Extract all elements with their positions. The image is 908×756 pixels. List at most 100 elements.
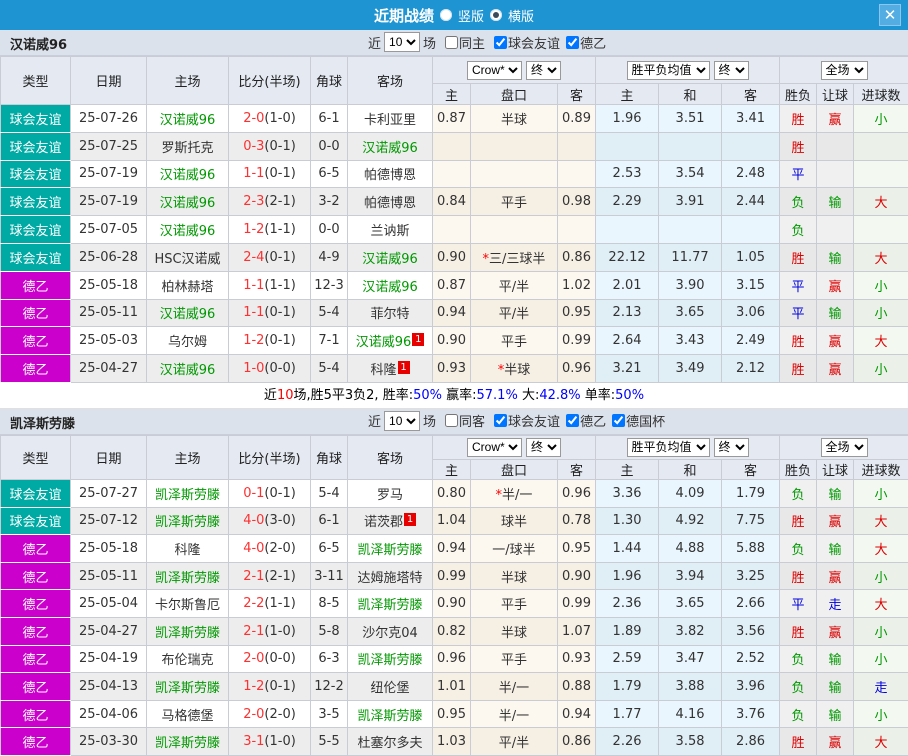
away-team-cell[interactable]: 罗马	[348, 479, 433, 507]
away-team-cell[interactable]: 诺茨郡1	[348, 507, 433, 535]
score-cell: 3-1(1-0)	[229, 728, 311, 756]
away-team-cell[interactable]: 凯泽斯劳滕	[348, 535, 433, 563]
bookmaker-select[interactable]: Crow*	[467, 61, 522, 80]
away-team-cell[interactable]: 沙尔克04	[348, 617, 433, 645]
away-team-cell[interactable]: 汉诺威961	[348, 327, 433, 355]
score-cell: 0-1(0-1)	[229, 479, 311, 507]
bookmaker-select[interactable]: Crow*	[467, 438, 522, 457]
layout-radio-horizontal[interactable]	[490, 9, 502, 21]
home-team-cell[interactable]: 凯泽斯劳滕	[147, 617, 229, 645]
home-team-cell[interactable]: HSC汉诺威	[147, 243, 229, 271]
away-team-cell[interactable]: 纽伦堡	[348, 673, 433, 701]
away-team-cell[interactable]: 卡利亚里	[348, 105, 433, 133]
home-team-cell[interactable]: 乌尔姆	[147, 327, 229, 355]
away-team-cell[interactable]: 汉诺威96	[348, 271, 433, 299]
competition-filter-checkbox[interactable]	[566, 36, 579, 49]
result-goals-cell: 大	[854, 507, 908, 535]
same-venue-checkbox[interactable]	[445, 414, 458, 427]
home-team-cell[interactable]: 汉诺威96	[147, 105, 229, 133]
away-team-cell[interactable]: 汉诺威96	[348, 243, 433, 271]
handicap-cell: *半球	[471, 355, 558, 383]
away-team-cell[interactable]: 凯泽斯劳滕	[348, 700, 433, 728]
match-count-select[interactable]: 10	[384, 32, 420, 52]
odds-final-select[interactable]: 终	[526, 438, 561, 457]
result-goals-cell: 小	[854, 355, 908, 383]
avg-final-select[interactable]: 终	[714, 438, 749, 457]
home-team-cell[interactable]: 凯泽斯劳滕	[147, 479, 229, 507]
avg-select[interactable]: 胜平负均值	[627, 61, 710, 80]
avg-away-cell: 2.44	[722, 188, 780, 216]
home-team-cell[interactable]: 汉诺威96	[147, 160, 229, 188]
match-row: 球会友谊25-07-25罗斯托克0-3(0-1)0-0汉诺威96胜	[1, 132, 908, 160]
away-team-cell[interactable]: 兰讷斯	[348, 216, 433, 244]
home-team-cell[interactable]: 汉诺威96	[147, 355, 229, 383]
result-handicap-cell: 输	[817, 188, 854, 216]
home-team-cell[interactable]: 汉诺威96	[147, 216, 229, 244]
away-team-cell[interactable]: 帕德博恩	[348, 188, 433, 216]
fulltime-select[interactable]: 全场	[821, 61, 868, 80]
score-cell: 1-2(0-1)	[229, 673, 311, 701]
score-cell: 1-1(0-1)	[229, 160, 311, 188]
competition-filter-checkbox[interactable]	[612, 414, 625, 427]
competition-filter-checkbox[interactable]	[566, 414, 579, 427]
corners-cell: 5-8	[311, 617, 348, 645]
competition-filter-option[interactable]: 德乙	[560, 33, 606, 52]
summary-segment: 场,胜5平3负2, 胜率:	[293, 388, 413, 403]
home-team-cell[interactable]: 凯泽斯劳滕	[147, 673, 229, 701]
home-team-cell[interactable]: 汉诺威96	[147, 299, 229, 327]
competition-filter-option[interactable]: 球会友谊	[488, 33, 560, 52]
home-team-cell[interactable]: 汉诺威96	[147, 188, 229, 216]
team-title: 汉诺威96	[10, 34, 67, 53]
col-header-corner: 角球	[311, 435, 348, 479]
same-venue-option[interactable]: 同客	[439, 411, 485, 430]
away-team-cell[interactable]: 菲尔特	[348, 299, 433, 327]
match-count-select[interactable]: 10	[384, 411, 420, 431]
competition-filter-option[interactable]: 德国杯	[606, 411, 665, 430]
match-date: 25-04-27	[71, 617, 147, 645]
result-handicap-cell: 输	[817, 479, 854, 507]
competition-filter-checkbox[interactable]	[494, 36, 507, 49]
layout-radio-vertical[interactable]	[440, 9, 452, 21]
home-team-cell[interactable]: 罗斯托克	[147, 132, 229, 160]
home-team-cell[interactable]: 凯泽斯劳滕	[147, 728, 229, 756]
away-team-cell[interactable]: 杜塞尔多夫	[348, 728, 433, 756]
layout-radio-horizontal-label[interactable]: 横版	[508, 6, 534, 25]
home-team-cell[interactable]: 马格德堡	[147, 700, 229, 728]
away-team-cell[interactable]: 达姆施塔特	[348, 562, 433, 590]
avg-select[interactable]: 胜平负均值	[627, 438, 710, 457]
home-team-cell[interactable]: 科隆	[147, 535, 229, 563]
competition-filter-option[interactable]: 德乙	[560, 411, 606, 430]
away-team-cell[interactable]: 凯泽斯劳滕	[348, 645, 433, 673]
home-team-cell[interactable]: 柏林赫塔	[147, 271, 229, 299]
layout-radio-vertical-label[interactable]: 竖版	[458, 6, 484, 25]
score-cell: 1-2(1-1)	[229, 216, 311, 244]
away-team-cell[interactable]: 汉诺威96	[348, 132, 433, 160]
home-team-cell[interactable]: 凯泽斯劳滕	[147, 562, 229, 590]
away-team-cell[interactable]: 帕德博恩	[348, 160, 433, 188]
fulltime-group-header: 全场	[780, 57, 908, 84]
odds-away-cell: 0.93	[558, 645, 596, 673]
odds-home-cell: 0.87	[433, 105, 471, 133]
odds-final-select[interactable]: 终	[526, 61, 561, 80]
away-team-cell[interactable]: 科隆1	[348, 355, 433, 383]
same-venue-option[interactable]: 同主	[439, 33, 485, 52]
home-team-cell[interactable]: 布伦瑞克	[147, 645, 229, 673]
same-venue-checkbox[interactable]	[445, 36, 458, 49]
odds-away-cell	[558, 216, 596, 244]
away-team-cell[interactable]: 凯泽斯劳滕	[348, 590, 433, 618]
odds-group-header: Crow*终	[433, 57, 596, 84]
home-team-cell[interactable]: 卡尔斯鲁厄	[147, 590, 229, 618]
odds-away-cell: 0.99	[558, 327, 596, 355]
close-icon[interactable]: ✕	[879, 4, 901, 26]
fulltime-select[interactable]: 全场	[821, 438, 868, 457]
corners-cell: 12-2	[311, 673, 348, 701]
home-team-cell[interactable]: 凯泽斯劳滕	[147, 507, 229, 535]
team-name: 凯泽斯劳滕	[357, 653, 422, 668]
competition-filter-option[interactable]: 球会友谊	[488, 411, 560, 430]
avg-final-select[interactable]: 终	[714, 61, 749, 80]
result-goals-cell	[854, 216, 908, 244]
handicap-cell: 球半	[471, 507, 558, 535]
avg-group-header: 胜平负均值终	[596, 435, 780, 459]
result-goals-cell: 小	[854, 617, 908, 645]
competition-filter-checkbox[interactable]	[494, 414, 507, 427]
